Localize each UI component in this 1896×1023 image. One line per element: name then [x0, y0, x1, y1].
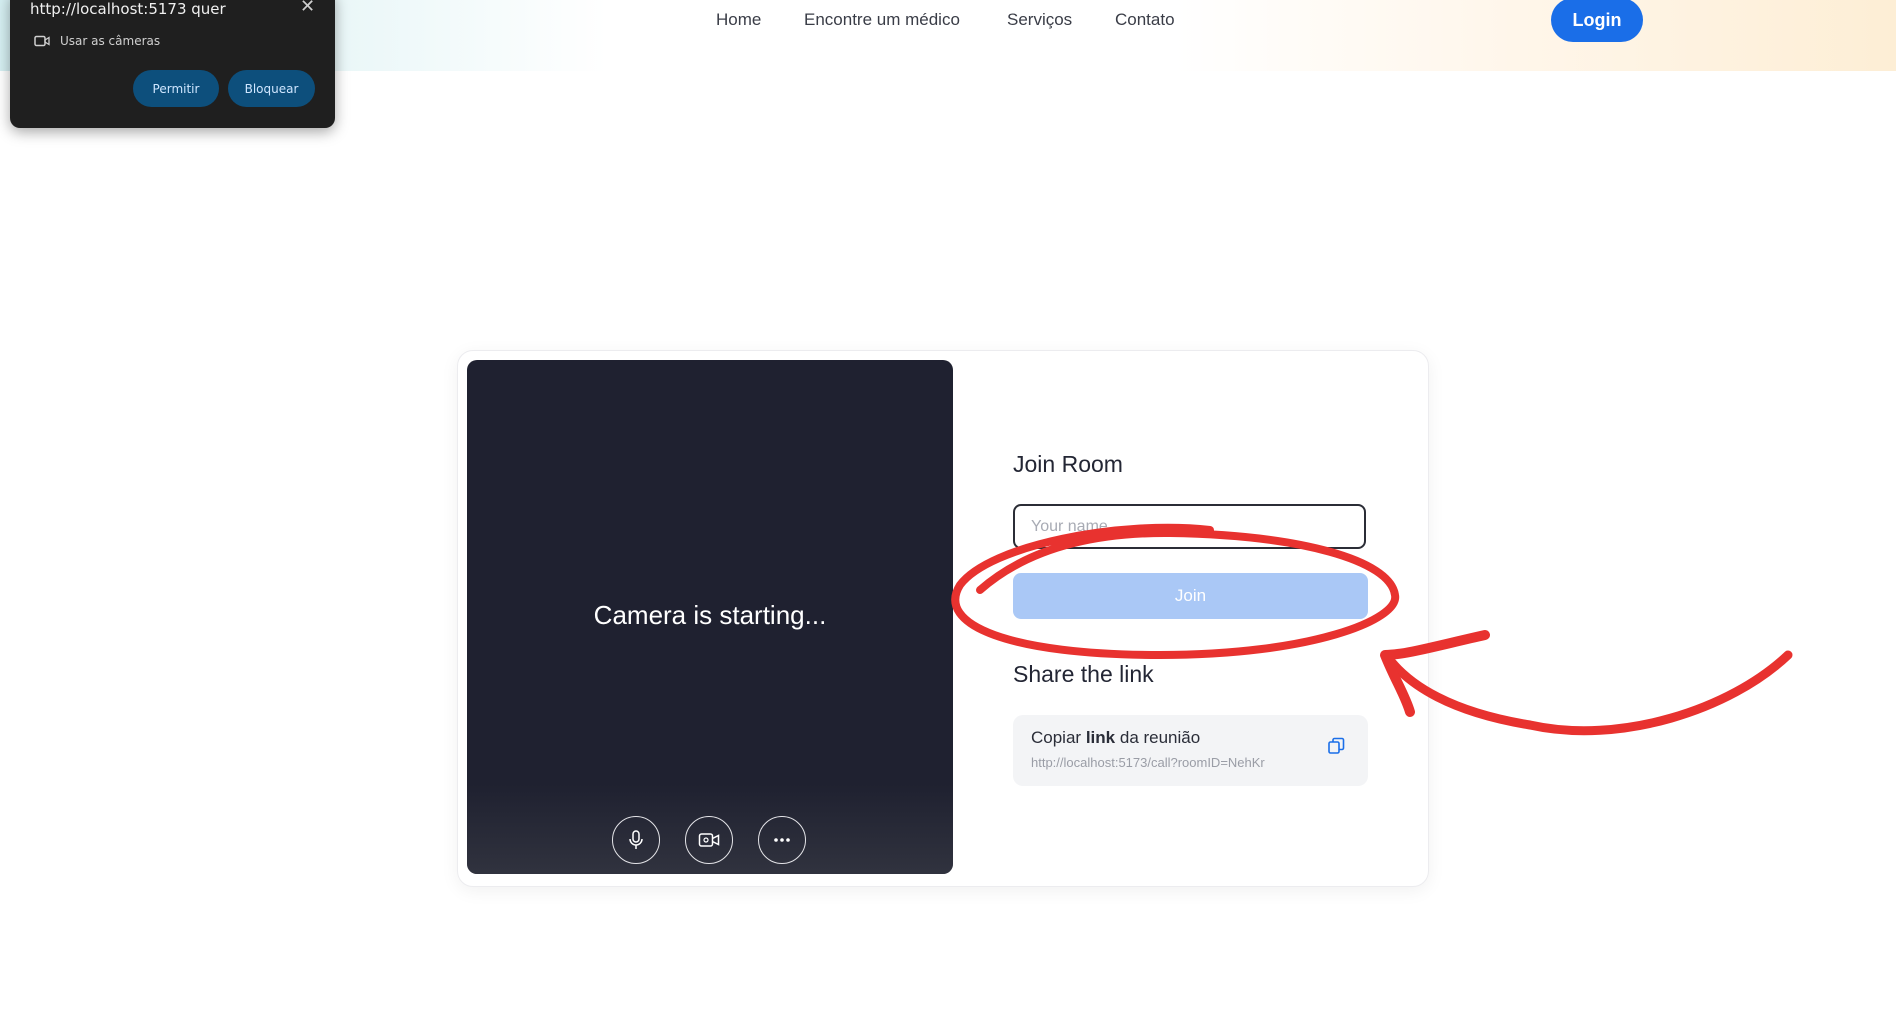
annotation-arrow-shaft [1385, 650, 1793, 736]
share-link-heading: Share the link [1013, 661, 1154, 687]
permission-title: http://localhost:5173 quer [30, 0, 226, 18]
allow-button[interactable]: Permitir [133, 70, 219, 107]
microphone-icon [629, 830, 643, 849]
copy-link-label: Copiar link da reunião [1031, 728, 1200, 748]
nav-link-contact[interactable]: Contato [1115, 10, 1175, 30]
name-input[interactable] [1013, 504, 1366, 549]
copy-icon[interactable] [1327, 737, 1345, 755]
nav-link-find-doctor[interactable]: Encontre um médico [804, 10, 960, 30]
camera-toggle-button[interactable] [685, 816, 733, 864]
join-room-heading: Join Room [1013, 451, 1123, 477]
video-camera-icon [698, 833, 720, 847]
copy-label-prefix: Copiar [1031, 728, 1082, 747]
camera-permission-popup: http://localhost:5173 quer ✕ Usar as câm… [10, 0, 335, 128]
copy-label-bold: link [1085, 728, 1116, 747]
video-preview: Camera is starting... [467, 360, 953, 874]
nav-link-services[interactable]: Serviços [1007, 10, 1072, 30]
block-button[interactable]: Bloquear [228, 70, 315, 107]
camera-status-text: Camera is starting... [593, 600, 827, 630]
more-options-icon [774, 838, 790, 842]
microphone-button[interactable] [612, 816, 660, 864]
close-icon[interactable]: ✕ [300, 0, 315, 17]
more-options-button[interactable] [758, 816, 806, 864]
login-button[interactable]: Login [1551, 0, 1643, 42]
copy-link-box[interactable]: Copiar link da reunião http://localhost:… [1013, 715, 1368, 786]
join-button[interactable]: Join [1013, 573, 1368, 619]
meeting-url: http://localhost:5173/call?roomID=NehKr [1031, 755, 1265, 770]
copy-label-suffix: da reunião [1119, 728, 1201, 747]
nav-link-home[interactable]: Home [716, 10, 761, 30]
camera-icon [34, 35, 50, 47]
permission-request-row: Usar as câmeras [34, 34, 160, 48]
permission-request-label: Usar as câmeras [60, 34, 161, 48]
